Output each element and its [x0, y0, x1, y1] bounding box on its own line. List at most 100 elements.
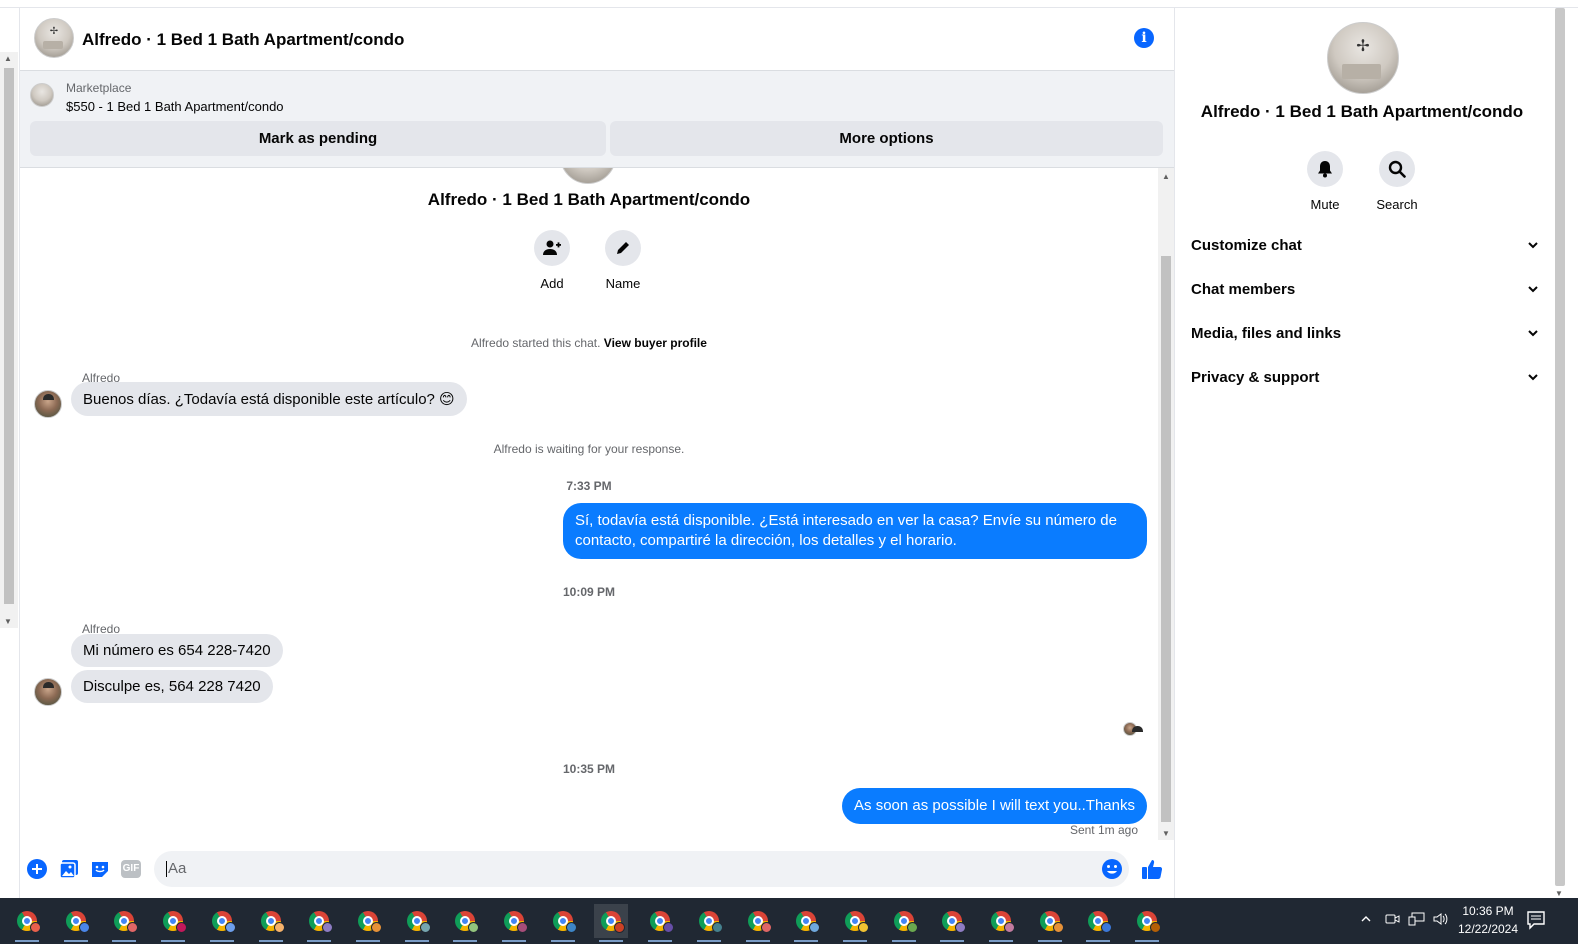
- scroll-down-arrow-icon[interactable]: ▼: [1162, 829, 1170, 838]
- taskbar-chrome-button[interactable]: [107, 904, 141, 942]
- taskbar-chrome-button[interactable]: [741, 904, 775, 942]
- running-indicator: [599, 940, 624, 942]
- seen-by-avatar: [1123, 722, 1143, 736]
- profile-badge-icon: [517, 922, 528, 933]
- section-label: Media, files and links: [1191, 325, 1342, 342]
- marketplace-bar: Marketplace $550 - 1 Bed 1 Bath Apartmen…: [20, 71, 1174, 168]
- taskbar-chrome-button[interactable]: [254, 904, 288, 942]
- search-action[interactable]: Search: [1367, 151, 1427, 212]
- mark-as-pending-button[interactable]: Mark as pending: [30, 121, 606, 156]
- plus-icon[interactable]: [26, 858, 48, 880]
- page-scrollbar-thumb[interactable]: [4, 68, 14, 604]
- notifications-icon[interactable]: [1526, 910, 1546, 930]
- taskbar-chrome-button[interactable]: [400, 904, 434, 942]
- incoming-message[interactable]: Mi número es 654 228-7420: [71, 634, 283, 667]
- thread-scrollbar-thumb[interactable]: [1161, 256, 1171, 822]
- message-thread[interactable]: Alfredo · 1 Bed 1 Bath Apartment/condo A…: [20, 168, 1158, 840]
- chat-members-section[interactable]: Chat members: [1191, 281, 1539, 305]
- taskbar-chrome-button[interactable]: [935, 904, 969, 942]
- outgoing-message[interactable]: As soon as possible I will text you..Tha…: [842, 788, 1147, 824]
- profile-badge-icon: [176, 922, 188, 933]
- network-icon[interactable]: [1408, 911, 1426, 927]
- thread-title: Alfredo · 1 Bed 1 Bath Apartment/condo: [427, 190, 751, 209]
- taskbar-chrome-button[interactable]: [1081, 904, 1115, 942]
- scroll-up-arrow-icon[interactable]: ▲: [1162, 172, 1170, 181]
- bell-icon[interactable]: [1307, 151, 1343, 187]
- scroll-down-arrow-icon[interactable]: ▼: [4, 617, 12, 626]
- privacy-support-section[interactable]: Privacy & support: [1191, 369, 1539, 393]
- incoming-message[interactable]: Buenos días. ¿Todavía está disponible es…: [71, 382, 467, 416]
- taskbar-chrome-button[interactable]: [59, 904, 93, 942]
- window-scrollbar-thumb[interactable]: [1555, 8, 1565, 886]
- taskbar-chrome-button[interactable]: [302, 904, 336, 942]
- clock[interactable]: 10:36 PM 12/22/2024: [1446, 902, 1530, 938]
- page-scrollbar[interactable]: ▲ ▼: [0, 52, 18, 628]
- taskbar-chrome-button[interactable]: [497, 904, 531, 942]
- gif-label: GIF: [120, 860, 142, 878]
- taskbar-chrome-button[interactable]: [546, 904, 580, 942]
- profile-badge-icon: [1004, 922, 1015, 933]
- listing-avatar[interactable]: ✢: [34, 18, 74, 58]
- taskbar-chrome-button[interactable]: [156, 904, 190, 942]
- window-scrollbar[interactable]: ▼: [1549, 8, 1578, 900]
- chevron-up-icon[interactable]: [1360, 913, 1372, 925]
- taskbar-chrome-button[interactable]: [692, 904, 726, 942]
- more-options-button[interactable]: More options: [610, 121, 1163, 156]
- profile-badge-icon: [1150, 922, 1162, 933]
- sticker-icon[interactable]: [89, 858, 111, 880]
- gif-icon[interactable]: GIF: [120, 858, 142, 880]
- running-indicator: [453, 940, 478, 942]
- profile-badge-icon: [565, 922, 577, 933]
- running-indicator: [648, 940, 673, 942]
- photo-icon[interactable]: [58, 858, 80, 880]
- taskbar-chrome-button[interactable]: [351, 904, 385, 942]
- profile-badge-icon: [224, 922, 236, 933]
- section-label: Customize chat: [1191, 237, 1302, 254]
- alfredo-avatar[interactable]: [34, 390, 62, 418]
- media-files-links-section[interactable]: Media, files and links: [1191, 325, 1539, 349]
- view-buyer-profile-link[interactable]: View buyer profile: [604, 336, 707, 350]
- alfredo-avatar[interactable]: [34, 678, 62, 706]
- outgoing-message[interactable]: Sí, todavía está disponible. ¿Está inter…: [563, 503, 1147, 559]
- customize-chat-section[interactable]: Customize chat: [1191, 237, 1539, 261]
- message-input-placeholder: Aa: [168, 860, 187, 877]
- taskbar-chrome-button[interactable]: [205, 904, 239, 942]
- running-indicator: [404, 940, 429, 942]
- taskbar-chrome-button[interactable]: [838, 904, 872, 942]
- taskbar-chrome-button[interactable]: [887, 904, 921, 942]
- chat-title[interactable]: Alfredo · 1 Bed 1 Bath Apartment/condo: [82, 30, 404, 50]
- emoji-icon[interactable]: [1101, 858, 1123, 880]
- thread-scrollbar[interactable]: ▲ ▼: [1158, 168, 1174, 840]
- taskbar-chrome-button[interactable]: [448, 904, 482, 942]
- taskbar-chrome-button[interactable]: [1033, 904, 1067, 942]
- mute-action[interactable]: Mute: [1295, 151, 1355, 212]
- listing-thumbnail[interactable]: [30, 83, 54, 107]
- scroll-down-arrow-icon[interactable]: ▼: [1555, 889, 1563, 898]
- taskbar-chrome-button[interactable]: [1130, 904, 1164, 942]
- running-indicator: [1135, 940, 1160, 942]
- search-icon[interactable]: [1379, 151, 1415, 187]
- name-action[interactable]: Name: [593, 230, 653, 291]
- running-indicator: [1086, 940, 1111, 942]
- add-person-icon[interactable]: [534, 230, 570, 266]
- listing-price-title[interactable]: $550 - 1 Bed 1 Bath Apartment/condo: [66, 99, 284, 114]
- clock-time: 10:36 PM: [1462, 904, 1514, 918]
- message-input[interactable]: Aa: [154, 851, 1129, 887]
- add-action[interactable]: Add: [522, 230, 582, 291]
- incoming-message[interactable]: Disculpe es, 564 228 7420: [71, 670, 273, 703]
- profile-badge-icon: [711, 922, 723, 933]
- thumbs-up-icon[interactable]: [1141, 858, 1163, 880]
- meet-now-icon[interactable]: [1384, 911, 1400, 927]
- taskbar-chrome-button[interactable]: [594, 904, 629, 942]
- profile-badge-icon: [370, 922, 382, 933]
- taskbar-chrome-button[interactable]: [984, 904, 1018, 942]
- pencil-icon[interactable]: [605, 230, 641, 266]
- info-icon[interactable]: i: [1134, 28, 1154, 48]
- running-indicator: [209, 940, 234, 942]
- panel-avatar[interactable]: ✢: [1327, 22, 1399, 94]
- taskbar-chrome-button[interactable]: [10, 904, 44, 942]
- taskbar-chrome-button[interactable]: [643, 904, 677, 942]
- marketplace-label: Marketplace: [66, 81, 132, 95]
- scroll-up-arrow-icon[interactable]: ▲: [4, 54, 12, 63]
- taskbar-chrome-button[interactable]: [789, 904, 823, 942]
